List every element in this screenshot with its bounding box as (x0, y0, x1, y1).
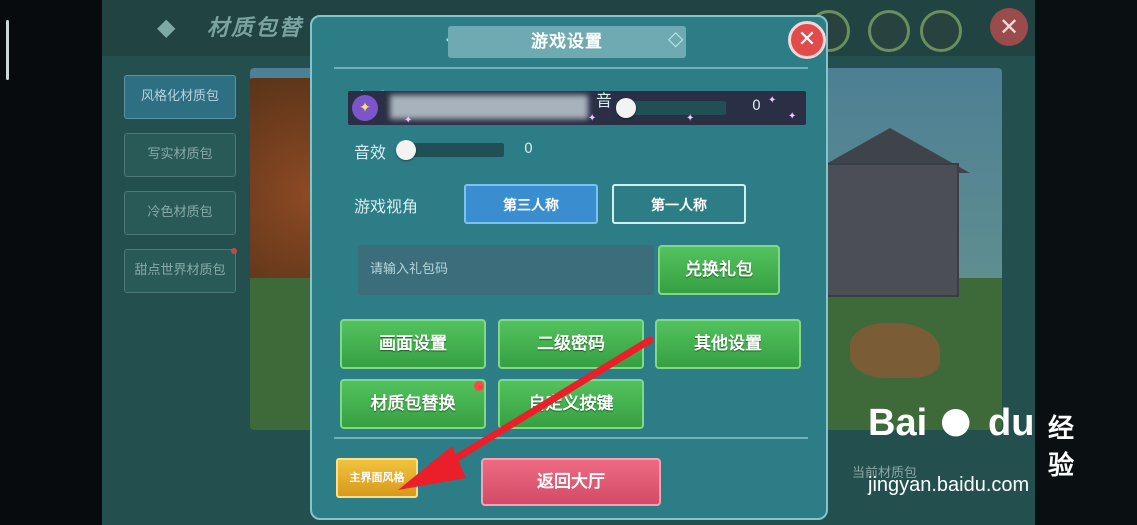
paw-icon: ● (940, 400, 972, 441)
watermark-product: 经验 (1048, 414, 1075, 481)
watermark-brand-right: du (988, 402, 1035, 444)
watermark-url: jingyan.baidu.com (868, 474, 1030, 496)
annotation-arrow-shaft (436, 336, 654, 472)
baidu-watermark: Bai ● du 经验 jingyan.baidu.com (868, 400, 1074, 512)
annotation-arrow-head (398, 446, 466, 490)
watermark-brand-left: Bai (868, 402, 928, 444)
